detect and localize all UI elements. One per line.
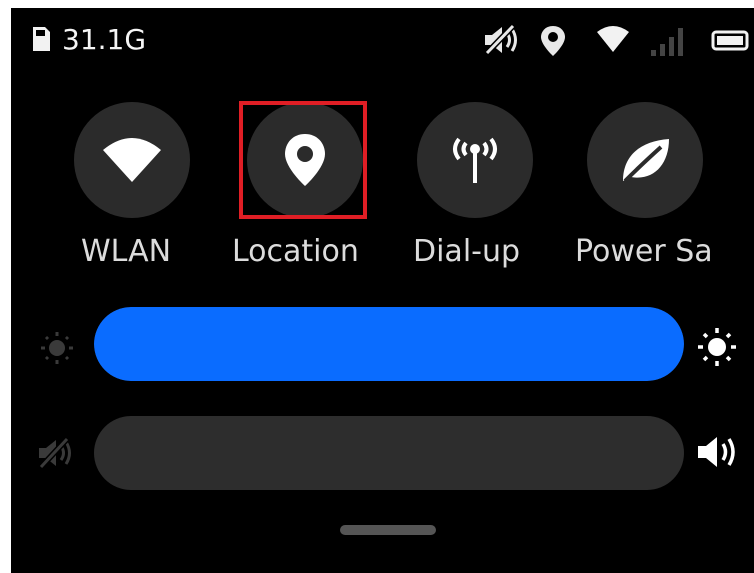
mute-icon — [38, 436, 71, 470]
quick-settings-panel: 31.1G WLAN Location Dial-up Power Sa — [11, 8, 754, 573]
tile-label-power-saving: Power Sa — [575, 234, 713, 269]
speaker-icon — [698, 437, 735, 467]
brightness-slider[interactable] — [94, 307, 684, 381]
dial-up-toggle-button[interactable] — [417, 102, 533, 218]
volume-slider[interactable] — [94, 416, 684, 490]
leaf-icon — [623, 139, 669, 183]
sun-dim-icon — [41, 332, 73, 364]
highlight-box — [239, 101, 367, 219]
tile-wlan[interactable]: WLAN — [71, 102, 251, 282]
wifi-icon — [103, 138, 161, 182]
tile-label-dial-up: Dial-up — [413, 234, 521, 269]
wlan-toggle-button[interactable] — [74, 102, 190, 218]
panel-drag-handle[interactable] — [340, 525, 436, 535]
antenna-icon — [453, 137, 497, 183]
storage-indicator: 31.1G — [62, 23, 147, 56]
tile-label-location: Location — [232, 234, 359, 269]
sd-card-icon — [33, 27, 50, 51]
tile-dial-up[interactable]: Dial-up — [413, 102, 595, 282]
brightness-slider-fill — [94, 307, 684, 381]
tile-power-saving[interactable]: Power Sa — [575, 102, 754, 282]
tile-label-wlan: WLAN — [81, 234, 172, 269]
status-bar: 31.1G — [11, 8, 754, 78]
power-saving-toggle-button[interactable] — [587, 102, 703, 218]
wifi-icon — [597, 26, 629, 52]
mute-icon — [484, 24, 517, 56]
location-icon — [541, 26, 565, 56]
battery-icon — [711, 30, 749, 51]
signal-icon — [651, 28, 683, 56]
sun-bright-icon — [698, 328, 736, 366]
